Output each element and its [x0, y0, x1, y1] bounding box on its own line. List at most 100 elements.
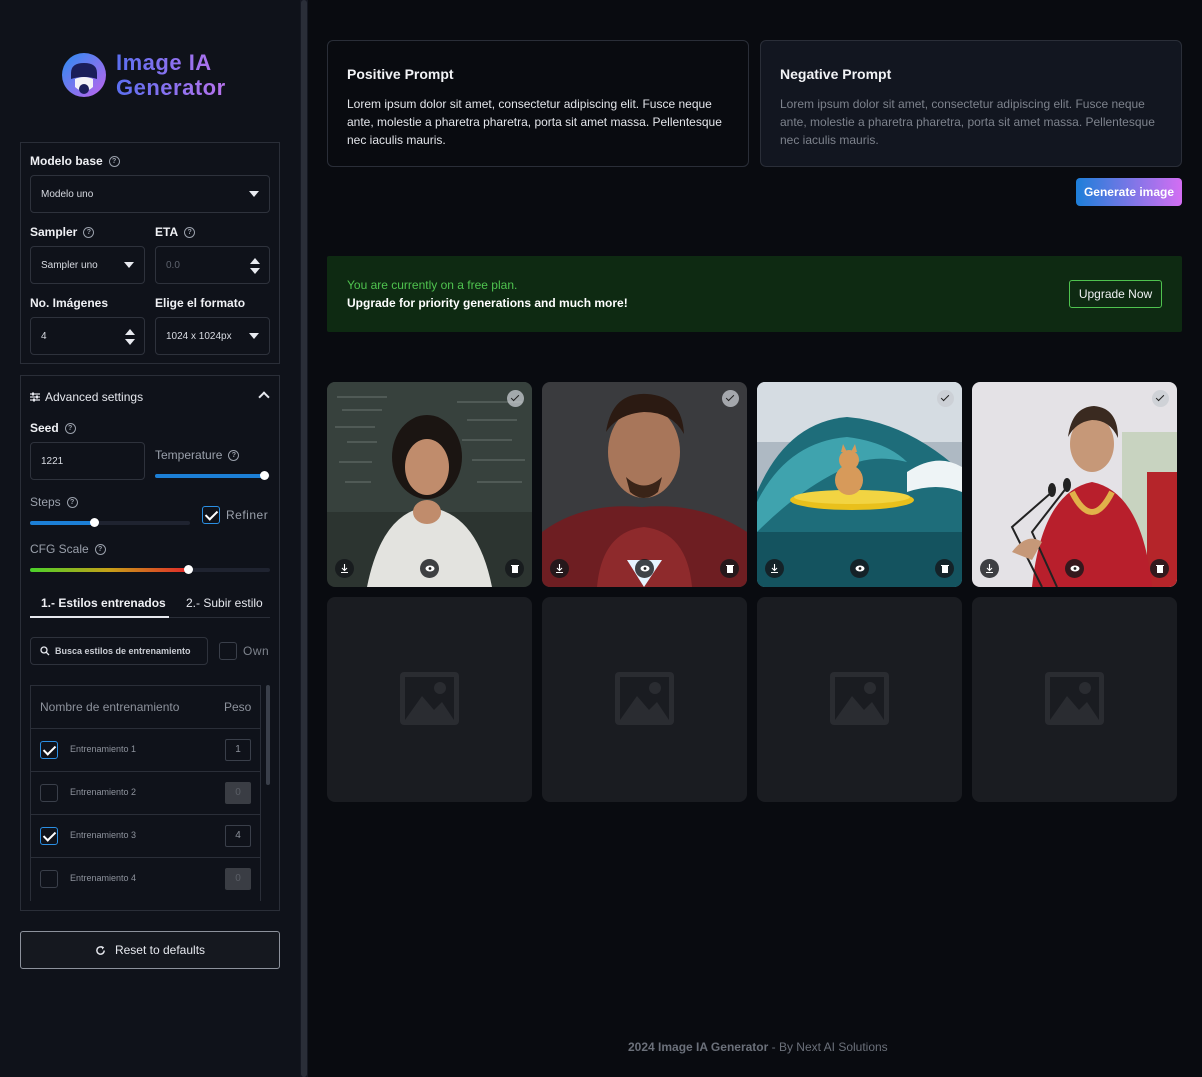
training-styles-table: Nombre de entrenamiento Peso Entrenamien… [30, 685, 261, 901]
row-weight-input[interactable]: 1 [225, 739, 251, 761]
own-label: Own [243, 644, 270, 658]
generated-image-tile[interactable] [972, 382, 1177, 587]
table-scrollbar[interactable] [266, 685, 270, 785]
temperature-label: Temperature ? [155, 448, 240, 462]
row-checkbox[interactable] [40, 741, 58, 759]
table-row[interactable]: Entrenamiento 3 4 [31, 814, 260, 857]
cfg-scale-label-text: CFG Scale [30, 542, 89, 556]
help-icon[interactable]: ? [184, 226, 196, 238]
active-tab-indicator [30, 616, 169, 618]
generated-image-tile[interactable] [757, 382, 962, 587]
format-label-text: Elige el formato [155, 296, 246, 310]
stepper-icon[interactable] [125, 329, 135, 345]
seed-input[interactable]: 1221 [30, 442, 145, 480]
row-weight-input[interactable]: 4 [225, 825, 251, 847]
download-icon[interactable] [550, 559, 569, 578]
empty-image-slot [327, 597, 532, 802]
sliders-icon [30, 392, 40, 402]
generated-image-tile[interactable] [542, 382, 747, 587]
logo-line-2: Generator [116, 75, 226, 100]
stepper-icon[interactable] [250, 258, 260, 274]
select-check-icon[interactable] [507, 390, 524, 407]
image-placeholder-icon [400, 672, 459, 725]
dropdown-caret-icon [124, 262, 134, 268]
preview-eye-icon[interactable] [850, 559, 869, 578]
empty-image-slot [972, 597, 1177, 802]
format-value: 1024 x 1024px [166, 330, 232, 342]
table-row[interactable]: Entrenamiento 1 1 [31, 728, 260, 771]
own-checkbox[interactable] [219, 642, 237, 660]
logo-icon [61, 49, 107, 101]
upgrade-now-button[interactable]: Upgrade Now [1069, 280, 1162, 308]
dropdown-caret-icon [249, 333, 259, 339]
negative-prompt-text[interactable]: Lorem ipsum dolor sit amet, consectetur … [780, 95, 1162, 149]
download-icon[interactable] [335, 559, 354, 578]
temperature-slider[interactable] [155, 471, 270, 480]
eta-input[interactable]: 0.0 [155, 246, 270, 284]
num-images-label: No. Imágenes [30, 296, 108, 310]
dropdown-caret-icon [249, 191, 259, 197]
empty-image-slot [757, 597, 962, 802]
tab-upload-style[interactable]: 2.- Subir estilo [186, 596, 263, 610]
negative-prompt-card[interactable]: Negative Prompt Lorem ipsum dolor sit am… [760, 40, 1182, 167]
sampler-label: Sampler ? [30, 225, 95, 239]
delete-trash-icon[interactable] [935, 559, 954, 578]
preview-eye-icon[interactable] [1065, 559, 1084, 578]
style-search-input[interactable]: Busca estilos de entrenamiento [30, 637, 208, 665]
steps-slider-handle[interactable] [90, 518, 99, 527]
help-icon[interactable]: ? [83, 226, 95, 238]
search-icon [40, 646, 50, 656]
logo-text: Image IA Generator [116, 50, 226, 100]
sidebar-scrollbar-thumb[interactable] [301, 0, 307, 1077]
search-placeholder: Busca estilos de entrenamiento [55, 646, 191, 656]
sampler-select[interactable]: Sampler uno [30, 246, 145, 284]
base-model-select[interactable]: Modelo uno [30, 175, 270, 213]
row-checkbox[interactable] [40, 784, 58, 802]
row-checkbox[interactable] [40, 827, 58, 845]
num-images-stepper[interactable]: 4 [30, 317, 145, 355]
help-icon[interactable]: ? [64, 422, 76, 434]
format-label: Elige el formato [155, 296, 245, 310]
generate-image-button[interactable]: Generate image [1076, 178, 1182, 206]
download-icon[interactable] [765, 559, 784, 578]
delete-trash-icon[interactable] [505, 559, 524, 578]
steps-slider[interactable] [30, 518, 190, 527]
table-row[interactable]: Entrenamiento 4 0 [31, 857, 260, 900]
cfg-scale-slider[interactable] [30, 565, 270, 574]
generated-image-tile[interactable] [327, 382, 532, 587]
empty-image-slot [542, 597, 747, 802]
refiner-checkbox[interactable] [202, 506, 220, 524]
advanced-settings-toggle[interactable]: Advanced settings [30, 390, 143, 404]
help-icon[interactable]: ? [94, 543, 106, 555]
help-icon[interactable]: ? [66, 496, 78, 508]
preview-eye-icon[interactable] [420, 559, 439, 578]
free-plan-banner: You are currently on a free plan. Upgrad… [327, 256, 1182, 332]
num-images-value: 4 [41, 330, 47, 342]
help-icon[interactable]: ? [108, 155, 120, 167]
row-checkbox[interactable] [40, 870, 58, 888]
positive-prompt-text[interactable]: Lorem ipsum dolor sit amet, consectetur … [347, 95, 729, 149]
delete-trash-icon[interactable] [720, 559, 739, 578]
select-check-icon[interactable] [722, 390, 739, 407]
delete-trash-icon[interactable] [1150, 559, 1169, 578]
generated-image-1 [327, 382, 532, 587]
help-icon[interactable]: ? [228, 449, 240, 461]
table-row[interactable]: Entrenamiento 2 0 [31, 771, 260, 814]
reset-defaults-button[interactable]: Reset to defaults [20, 931, 280, 969]
select-check-icon[interactable] [937, 390, 954, 407]
temperature-slider-fill [155, 474, 265, 478]
row-name: Entrenamiento 3 [70, 830, 137, 840]
seed-label-text: Seed [30, 421, 59, 435]
advanced-settings-title: Advanced settings [45, 390, 144, 404]
preview-eye-icon[interactable] [635, 559, 654, 578]
refresh-icon [96, 945, 105, 955]
temperature-label-text: Temperature [155, 448, 223, 462]
generated-image-2 [542, 382, 747, 587]
sampler-label-text: Sampler [30, 225, 78, 239]
positive-prompt-card[interactable]: Positive Prompt Lorem ipsum dolor sit am… [327, 40, 749, 167]
select-check-icon[interactable] [1152, 390, 1169, 407]
download-icon[interactable] [980, 559, 999, 578]
format-select[interactable]: 1024 x 1024px [155, 317, 270, 355]
base-model-value: Modelo uno [41, 188, 94, 200]
tab-trained-styles[interactable]: 1.- Estilos entrenados [41, 596, 166, 610]
